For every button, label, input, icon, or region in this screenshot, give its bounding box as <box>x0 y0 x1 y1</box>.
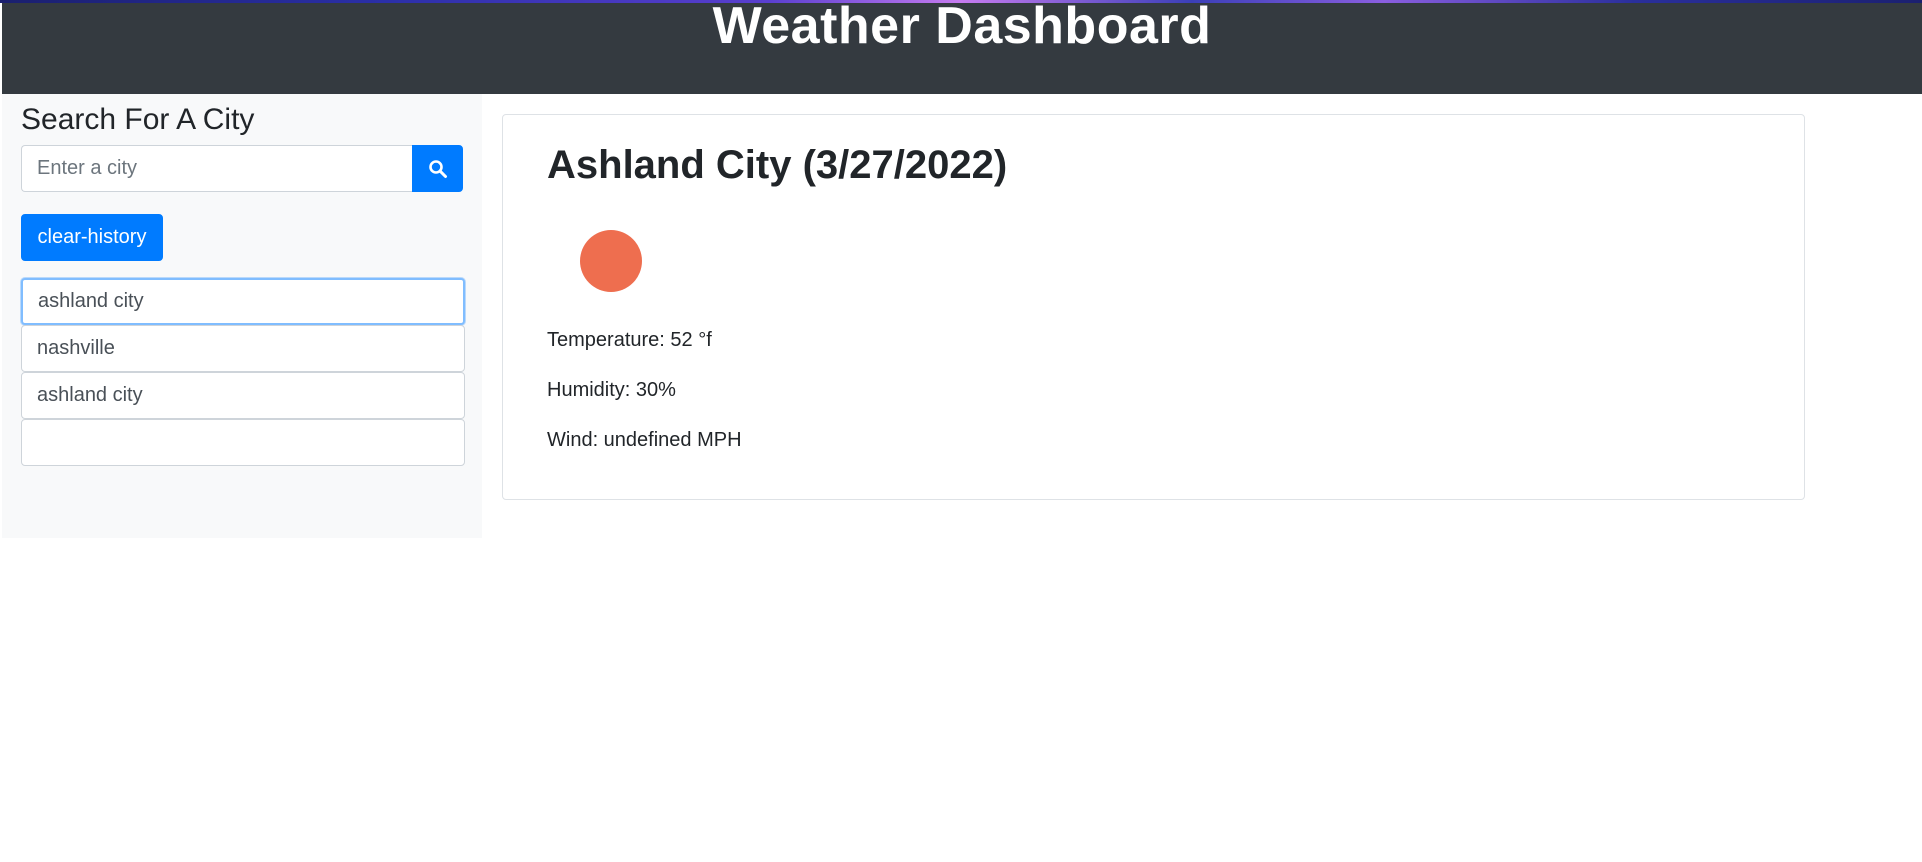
history-item[interactable]: ashland city <box>21 372 465 419</box>
app-header: Weather Dashboard <box>2 0 1922 94</box>
current-weather-card: Ashland City (3/27/2022) Temperature: 52… <box>502 114 1805 500</box>
page-title: Weather Dashboard <box>712 0 1212 56</box>
wind-text: Wind: undefined MPH <box>547 429 742 451</box>
history-item[interactable]: nashville <box>21 325 465 372</box>
search-button[interactable] <box>412 145 463 192</box>
sidebar: Search For A City clear-history ashland … <box>2 94 482 538</box>
history-item[interactable]: ashland city <box>21 278 465 325</box>
page: Weather Dashboard Search For A City clea… <box>0 0 1922 862</box>
city-date-title: Ashland City (3/27/2022) <box>547 143 1008 187</box>
clear-history-button[interactable]: clear-history <box>21 214 163 261</box>
search-group <box>21 145 463 192</box>
weather-icon <box>580 230 642 292</box>
city-search-input[interactable] <box>21 145 413 192</box>
search-heading: Search For A City <box>21 103 255 136</box>
search-history-list: ashland city nashville ashland city <box>21 278 465 466</box>
history-item[interactable] <box>21 419 465 466</box>
temperature-text: Temperature: 52 °f <box>547 329 712 351</box>
humidity-text: Humidity: 30% <box>547 379 676 401</box>
search-icon <box>428 159 448 179</box>
